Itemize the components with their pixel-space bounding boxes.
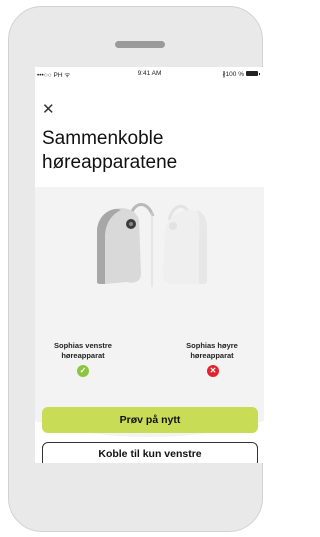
hearing-aids-illustration <box>97 203 207 287</box>
left-device-label: Sophias venstre høreapparat <box>54 341 112 360</box>
phone-speaker <box>115 41 165 48</box>
error-x-icon: ✕ <box>207 365 219 377</box>
battery-percent: ∦100 % <box>222 71 244 78</box>
battery-icon <box>246 71 260 76</box>
check-icon: ✓ <box>77 365 89 377</box>
page-title: Sammenkoble høreapparatene <box>42 128 178 173</box>
app-screen: •••○○ PH ᯤ 9:41 AM ∦100 % ✕ Sammenkoble … <box>35 67 264 463</box>
left-hearing-aid-icon <box>97 203 155 284</box>
connect-left-only-button[interactable]: Koble til kun venstre <box>42 442 258 463</box>
retry-button[interactable]: Prøv på nytt <box>42 407 258 433</box>
status-bar: •••○○ PH ᯤ 9:41 AM ∦100 % <box>35 67 264 83</box>
phone-frame: •••○○ PH ᯤ 9:41 AM ∦100 % ✕ Sammenkoble … <box>8 6 264 532</box>
right-device-label: Sophias høyre høreapparat <box>186 341 238 360</box>
close-icon[interactable]: ✕ <box>42 102 55 117</box>
right-hearing-aid-icon <box>163 204 207 284</box>
